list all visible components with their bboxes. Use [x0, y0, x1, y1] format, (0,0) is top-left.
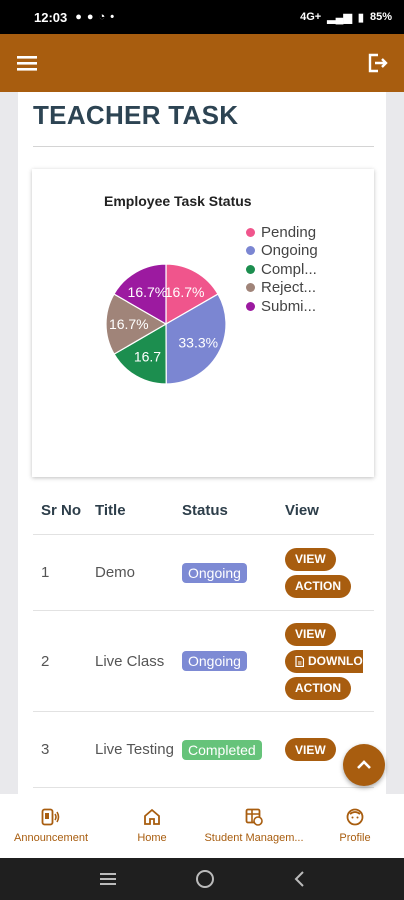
bottom-nav: Announcement Home Student Managem... Pro…	[0, 794, 404, 858]
app-icon: ●	[86, 11, 94, 23]
pie-slice-label: 16.7%	[109, 316, 149, 332]
battery-level: 85%	[369, 11, 392, 23]
row-actions: VIEW ACTION	[285, 547, 374, 598]
chat-icon: ●	[75, 11, 82, 23]
row-title: Live Testing	[95, 741, 174, 758]
legend-swatch	[246, 264, 255, 274]
network-label: 4G+	[300, 11, 322, 23]
app-bar	[0, 34, 404, 92]
chevron-up-icon	[357, 760, 371, 769]
task-table: Sr No Title Status View 1 Demo Ongoing V…	[33, 487, 374, 788]
chart-card: Employee Task Status 16.7% 33.3% 16.7 16.7%…	[32, 169, 374, 477]
download-button[interactable]: DOWNLO	[285, 649, 363, 673]
legend-label: Reject...	[261, 279, 317, 297]
table-row: 3 Live Testing Completed VIEW	[33, 712, 374, 788]
file-icon	[295, 655, 304, 667]
legend-item: Submi...	[246, 297, 318, 316]
nav-profile-label: Profile	[339, 832, 371, 844]
table-header: Sr No Title Status View	[33, 487, 374, 535]
legend-item: Reject...	[246, 279, 318, 298]
pie-chart: 16.7%33.3%16.716.7%16.7%	[105, 263, 227, 385]
legend-swatch	[246, 283, 255, 293]
dot-icon: •	[110, 11, 115, 23]
scroll-top-button[interactable]	[343, 744, 385, 786]
legend-label: Submi...	[261, 297, 317, 315]
row-status-cell: Completed	[182, 739, 285, 760]
action-button[interactable]: ACTION	[285, 676, 351, 700]
pie-slice-label: 16.7	[134, 348, 161, 364]
row-sr-no: 3	[41, 741, 50, 758]
hamburger-icon	[17, 56, 37, 71]
view-button[interactable]: VIEW	[285, 547, 336, 571]
row-status-cell: Ongoing	[182, 651, 285, 671]
status-badge: Ongoing	[182, 562, 247, 583]
row-sr-no: 2	[41, 652, 50, 670]
status-badge: Completed	[182, 739, 262, 760]
download-label: DOWNLO	[308, 654, 363, 668]
logout-icon	[368, 53, 388, 73]
pie-slice-label: 33.3%	[178, 335, 218, 351]
back-icon[interactable]	[292, 870, 306, 888]
table-row: 1 Demo Ongoing VIEW ACTION	[33, 535, 374, 611]
system-nav-bar	[0, 858, 404, 900]
home-circle-icon[interactable]	[195, 869, 215, 889]
page-title: TEACHER TASK	[33, 100, 239, 130]
legend-item: Compl...	[246, 260, 318, 279]
status-time: 12:03	[34, 9, 68, 25]
legend-swatch	[246, 227, 255, 237]
status-bar: 12:03 ● ● ◔ • 4G+ ▂▄▆ ▮ 85%	[0, 0, 404, 34]
status-badge: Ongoing	[182, 651, 247, 671]
row-status-cell: Ongoing	[182, 562, 285, 583]
notification-icons: ● ● ◔ •	[75, 11, 114, 23]
clock-icon: ◔	[98, 11, 106, 23]
action-button[interactable]: ACTION	[285, 574, 351, 598]
legend-label: Ongoing	[261, 242, 318, 260]
nav-student-management-label: Student Managem...	[204, 832, 304, 844]
view-button[interactable]: VIEW	[285, 622, 336, 646]
nav-announcement[interactable]: Announcement	[0, 794, 102, 858]
legend-swatch	[246, 301, 255, 311]
signal-icon: ▂▄▆	[327, 11, 352, 24]
header-sr-no: Sr No	[41, 502, 82, 519]
header-view: View	[285, 502, 319, 519]
student-management-icon	[245, 808, 263, 826]
chart-legend: Pending Ongoing Compl... Reject... Submi...	[246, 223, 318, 316]
row-sr-no: 1	[41, 564, 50, 581]
legend-swatch	[246, 246, 255, 256]
legend-item: Ongoing	[246, 242, 318, 261]
header-status: Status	[182, 502, 228, 519]
legend-item: Pending	[246, 223, 318, 242]
nav-student-management[interactable]: Student Managem...	[202, 794, 306, 858]
profile-icon	[346, 808, 364, 826]
nav-profile[interactable]: Profile	[306, 794, 404, 858]
main-card: TEACHER TASK Employee Task Status 16.7% 3…	[18, 92, 386, 794]
header-title: Title	[95, 502, 126, 519]
view-button[interactable]: VIEW	[285, 738, 336, 761]
nav-home-label: Home	[137, 832, 167, 844]
legend-label: Compl...	[261, 260, 317, 278]
menu-button[interactable]	[12, 48, 42, 78]
battery-icon: ▮	[357, 11, 364, 24]
table-row: 2 Live Class Ongoing VIEW DOWNLO ACTION	[33, 611, 374, 712]
logout-button[interactable]	[362, 48, 392, 78]
recent-apps-icon[interactable]	[98, 871, 118, 887]
pie-slice-label: 16.7%	[128, 284, 168, 300]
home-icon	[144, 808, 160, 825]
nav-home[interactable]: Home	[102, 794, 202, 858]
pie-slice-label: 16.7%	[165, 284, 205, 300]
row-title: Demo	[95, 564, 136, 581]
legend-label: Pending	[261, 223, 317, 241]
row-title: Live Class	[95, 652, 165, 670]
row-actions: VIEW DOWNLO ACTION	[285, 622, 374, 700]
nav-announcement-label: Announcement	[14, 832, 88, 844]
title-divider	[33, 146, 374, 147]
announcement-icon	[41, 808, 60, 826]
